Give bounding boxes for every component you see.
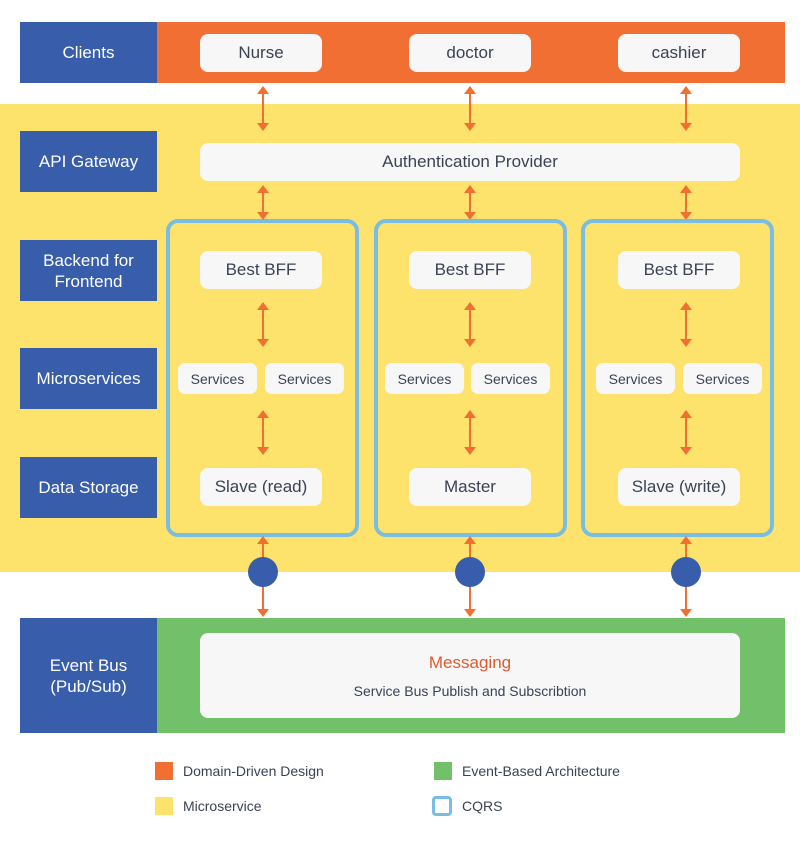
service-box[interactable]: Services	[385, 363, 464, 394]
bidirectional-arrow-icon	[257, 410, 269, 455]
legend-label: Microservice	[183, 798, 262, 814]
bidirectional-arrow-icon	[680, 410, 692, 455]
service-label: Services	[277, 370, 332, 387]
legend-item-cqrs: CQRS	[432, 796, 502, 816]
layer-label-text: Event Bus (Pub/Sub)	[49, 655, 128, 696]
layer-label-text: Clients	[62, 43, 115, 62]
client-label: cashier	[651, 43, 707, 62]
client-doctor[interactable]: doctor	[409, 34, 531, 72]
event-connector-icon	[671, 557, 701, 587]
storage-label: Master	[444, 477, 496, 496]
bidirectional-arrow-icon	[257, 302, 269, 347]
layer-label-text: Backend for Frontend	[43, 250, 134, 291]
bidirectional-arrow-icon	[680, 185, 692, 220]
service-box[interactable]: Services	[265, 363, 344, 394]
service-box[interactable]: Services	[596, 363, 675, 394]
provider-label: Authentication Provider	[382, 152, 558, 171]
bff-label: Best BFF	[225, 260, 297, 279]
service-label: Services	[397, 370, 452, 387]
service-label: Services	[695, 370, 750, 387]
storage-label: Slave (write)	[631, 477, 727, 496]
legend-swatch-orange	[155, 762, 173, 780]
storage-box[interactable]: Slave (read)	[200, 468, 322, 506]
legend-label: Event-Based Architecture	[462, 763, 620, 779]
event-connector-icon	[248, 557, 278, 587]
layer-label-clients: Clients	[20, 22, 157, 83]
messaging-box[interactable]: Messaging Service Bus Publish and Subscr…	[200, 633, 740, 718]
legend-swatch-cqrs-outline	[432, 796, 452, 816]
client-cashier[interactable]: cashier	[618, 34, 740, 72]
bff-label: Best BFF	[434, 260, 506, 279]
storage-label: Slave (read)	[214, 477, 308, 496]
layer-label-text: Microservices	[36, 369, 141, 388]
service-box[interactable]: Services	[178, 363, 257, 394]
layer-label-text: API Gateway	[38, 152, 139, 171]
layer-label-data-storage: Data Storage	[20, 457, 157, 518]
service-label: Services	[608, 370, 663, 387]
client-label: Nurse	[238, 43, 284, 62]
layer-label-bff: Backend for Frontend	[20, 240, 157, 301]
service-label: Services	[190, 370, 245, 387]
bidirectional-arrow-icon	[464, 410, 476, 455]
messaging-subtitle: Service Bus Publish and Subscribtion	[353, 682, 587, 699]
bidirectional-arrow-icon	[464, 86, 476, 131]
layer-label-microservices: Microservices	[20, 348, 157, 409]
storage-box[interactable]: Master	[409, 468, 531, 506]
bff-label: Best BFF	[643, 260, 715, 279]
service-label: Services	[483, 370, 538, 387]
client-nurse[interactable]: Nurse	[200, 34, 322, 72]
bidirectional-arrow-icon	[464, 302, 476, 347]
legend-swatch-yellow	[155, 797, 173, 815]
authentication-provider[interactable]: Authentication Provider	[200, 143, 740, 181]
bidirectional-arrow-icon	[464, 185, 476, 220]
legend-item-microservice: Microservice	[155, 797, 262, 815]
legend-label: CQRS	[462, 798, 503, 814]
bidirectional-arrow-icon	[680, 302, 692, 347]
event-connector-icon	[455, 557, 485, 587]
bff-box[interactable]: Best BFF	[618, 251, 740, 289]
service-box[interactable]: Services	[683, 363, 762, 394]
legend-label: Domain-Driven Design	[183, 763, 324, 779]
storage-box[interactable]: Slave (write)	[618, 468, 740, 506]
messaging-title: Messaging	[428, 652, 512, 672]
bidirectional-arrow-icon	[680, 86, 692, 131]
layer-label-text: Data Storage	[38, 478, 139, 497]
legend-item-ddd: Domain-Driven Design	[155, 762, 324, 780]
bidirectional-arrow-icon	[257, 185, 269, 220]
legend-item-event: Event-Based Architecture	[434, 762, 620, 780]
service-box[interactable]: Services	[471, 363, 550, 394]
client-label: doctor	[446, 43, 494, 62]
legend-swatch-green	[434, 762, 452, 780]
bff-box[interactable]: Best BFF	[409, 251, 531, 289]
layer-label-api-gateway: API Gateway	[20, 131, 157, 192]
bidirectional-arrow-icon	[257, 86, 269, 131]
layer-label-event-bus: Event Bus (Pub/Sub)	[20, 618, 157, 733]
bff-box[interactable]: Best BFF	[200, 251, 322, 289]
